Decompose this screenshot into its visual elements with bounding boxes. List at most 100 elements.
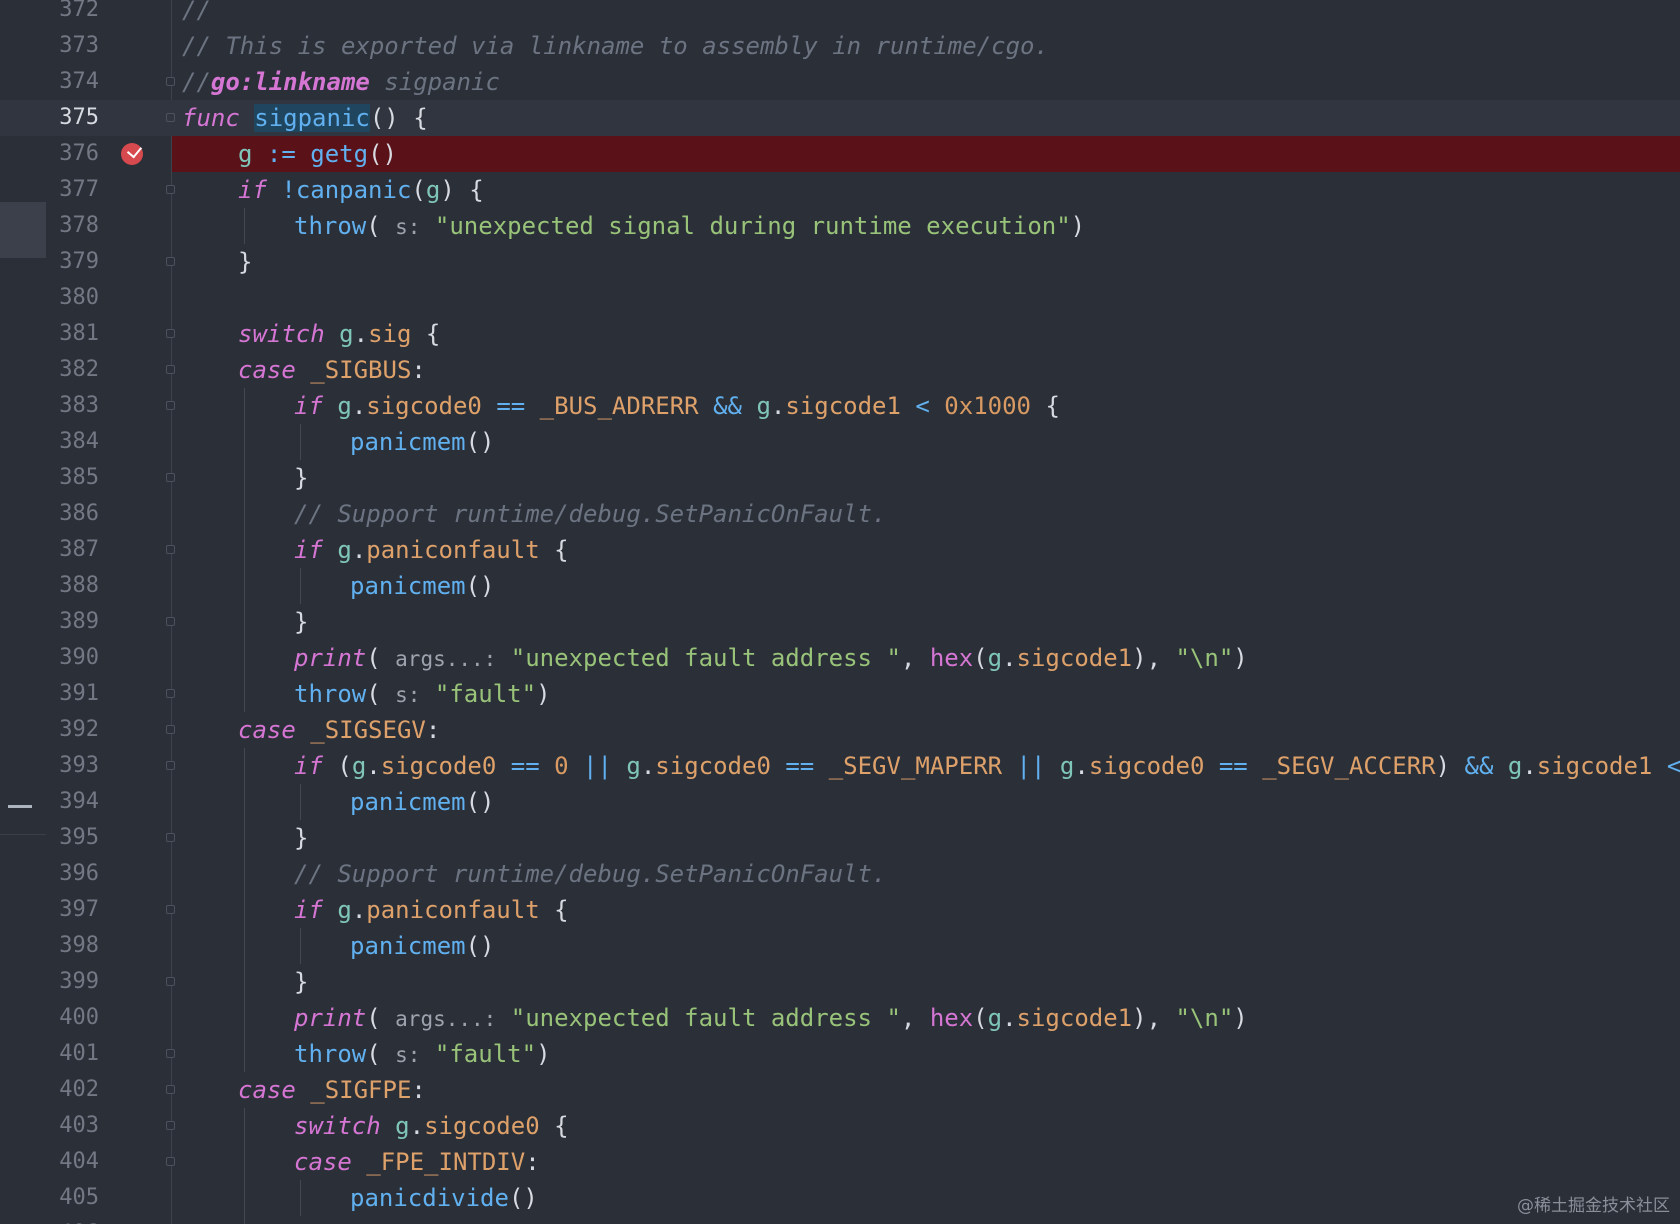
code-text[interactable]: throw( s: "fault") [172, 676, 1680, 712]
line-number[interactable]: 404 [46, 1144, 99, 1180]
code-line[interactable]: 387 if g.paniconfault { [0, 532, 1680, 568]
line-number[interactable]: 375 [46, 100, 99, 136]
code-text[interactable]: if !canpanic(g) { [172, 172, 1680, 208]
line-number[interactable]: 378 [46, 208, 99, 244]
code-line[interactable]: 380 [0, 280, 1680, 316]
code-text[interactable]: panicmem() [172, 568, 1680, 604]
line-number[interactable]: 391 [46, 676, 99, 712]
line-number[interactable]: 384 [46, 424, 99, 460]
code-text[interactable]: case _FPE_INTDIV: [172, 1144, 1680, 1180]
line-number[interactable]: 374 [46, 64, 99, 100]
code-line[interactable]: 378 throw( s: "unexpected signal during r… [0, 208, 1680, 244]
code-text[interactable]: func sigpanic() { [172, 100, 1680, 136]
code-text[interactable] [172, 280, 1680, 316]
line-number[interactable]: 393 [46, 748, 99, 784]
line-number[interactable]: 389 [46, 604, 99, 640]
line-number[interactable]: 395 [46, 820, 99, 856]
code-text[interactable]: case _SIGSEGV: [172, 712, 1680, 748]
code-line[interactable]: 389} [0, 604, 1680, 640]
code-line[interactable]: 405 panicdivide() [0, 1180, 1680, 1216]
code-line[interactable]: 377 if !canpanic(g) { [0, 172, 1680, 208]
code-text[interactable]: switch g.sig { [172, 316, 1680, 352]
line-number[interactable]: 386 [46, 496, 99, 532]
code-text[interactable]: case _FPE_INTOVF: [172, 1216, 1680, 1224]
code-line[interactable]: 388 panicmem() [0, 568, 1680, 604]
code-line[interactable]: 390 print( args...: "unexpected fault add… [0, 640, 1680, 676]
line-number[interactable]: 380 [46, 280, 99, 316]
code-text[interactable]: } [172, 964, 1680, 1000]
line-number[interactable]: 373 [46, 28, 99, 64]
line-number[interactable]: 406 [46, 1216, 99, 1224]
line-number[interactable]: 387 [46, 532, 99, 568]
code-text[interactable]: if g.sigcode0 == _BUS_ADRERR && g.sigcod… [172, 388, 1680, 424]
code-line[interactable]: 404 case _FPE_INTDIV: [0, 1144, 1680, 1180]
code-text[interactable]: throw( s: "fault") [172, 1036, 1680, 1072]
code-line[interactable]: 383 if g.sigcode0 == _BUS_ADRERR && g.sig… [0, 388, 1680, 424]
code-line[interactable]: 393 if (g.sigcode0 == 0 || g.sigcode0 == … [0, 748, 1680, 784]
code-line[interactable]: 379} [0, 244, 1680, 280]
line-number[interactable]: 400 [46, 1000, 99, 1036]
line-number[interactable]: 379 [46, 244, 99, 280]
line-number[interactable]: 397 [46, 892, 99, 928]
line-number[interactable]: 388 [46, 568, 99, 604]
code-line[interactable]: 373 // This is exported via linkname to a… [0, 28, 1680, 64]
line-number[interactable]: 390 [46, 640, 99, 676]
code-line[interactable]: 396 // Support runtime/debug.SetPanicOnFa… [0, 856, 1680, 892]
code-text[interactable]: // Support runtime/debug.SetPanicOnFault… [172, 856, 1680, 892]
line-number[interactable]: 385 [46, 460, 99, 496]
code-line[interactable]: 382 case _SIGBUS: [0, 352, 1680, 388]
code-line[interactable]: 391 throw( s: "fault") [0, 676, 1680, 712]
code-line[interactable]: 384 panicmem() [0, 424, 1680, 460]
code-line[interactable]: 381 switch g.sig { [0, 316, 1680, 352]
code-line[interactable]: 386 // Support runtime/debug.SetPanicOnFa… [0, 496, 1680, 532]
line-number[interactable]: 396 [46, 856, 99, 892]
code-line[interactable]: 401 throw( s: "fault") [0, 1036, 1680, 1072]
code-text[interactable]: case _SIGFPE: [172, 1072, 1680, 1108]
code-text[interactable]: panicmem() [172, 928, 1680, 964]
code-text[interactable]: // [172, 0, 1680, 28]
line-number[interactable]: 402 [46, 1072, 99, 1108]
code-line[interactable]: 398 panicmem() [0, 928, 1680, 964]
code-line[interactable]: 397 if g.paniconfault { [0, 892, 1680, 928]
code-text[interactable]: if g.paniconfault { [172, 892, 1680, 928]
code-line[interactable]: 399} [0, 964, 1680, 1000]
line-number[interactable]: 372 [46, 0, 99, 28]
code-text[interactable]: } [172, 460, 1680, 496]
line-number[interactable]: 381 [46, 316, 99, 352]
code-text[interactable]: panicdivide() [172, 1180, 1680, 1216]
line-number[interactable]: 403 [46, 1108, 99, 1144]
code-text[interactable]: // Support runtime/debug.SetPanicOnFault… [172, 496, 1680, 532]
code-editor[interactable]: 372 // 373 // This is exported via linkname… [0, 0, 1680, 1224]
code-text[interactable]: if g.paniconfault { [172, 532, 1680, 568]
line-number[interactable]: 377 [46, 172, 99, 208]
breakpoint-icon[interactable] [121, 143, 143, 165]
code-line[interactable]: 394 panicmem() [0, 784, 1680, 820]
code-text[interactable]: print( args...: "unexpected fault addres… [172, 1000, 1680, 1036]
code-line[interactable]: 385} [0, 460, 1680, 496]
line-number[interactable]: 405 [46, 1180, 99, 1216]
code-text[interactable]: g := getg() [172, 136, 1680, 172]
code-line[interactable]: 376 g := getg() [0, 136, 1680, 172]
code-text[interactable]: } [172, 244, 1680, 280]
line-number[interactable]: 394 [46, 784, 99, 820]
code-line[interactable]: 372 // [0, 0, 1680, 28]
code-text[interactable]: panicmem() [172, 424, 1680, 460]
code-text[interactable]: // This is exported via linkname to asse… [172, 28, 1680, 64]
code-line[interactable]: 375 func sigpanic() { [0, 100, 1680, 136]
code-line[interactable]: 406 case _FPE_INTOVF: [0, 1216, 1680, 1224]
code-line[interactable]: 392 case _SIGSEGV: [0, 712, 1680, 748]
line-number[interactable]: 382 [46, 352, 99, 388]
code-text[interactable]: } [172, 820, 1680, 856]
code-text[interactable]: //go:linkname sigpanic [172, 64, 1680, 100]
code-text[interactable]: if (g.sigcode0 == 0 || g.sigcode0 == _SE… [172, 748, 1680, 784]
line-number[interactable]: 376 [46, 136, 99, 172]
line-number[interactable]: 401 [46, 1036, 99, 1072]
code-text[interactable]: } [172, 604, 1680, 640]
code-line[interactable]: 374 //go:linkname sigpanic [0, 64, 1680, 100]
code-text[interactable]: throw( s: "unexpected signal during runt… [172, 208, 1680, 244]
code-text[interactable]: case _SIGBUS: [172, 352, 1680, 388]
code-line[interactable]: 403 switch g.sigcode0 { [0, 1108, 1680, 1144]
line-number[interactable]: 398 [46, 928, 99, 964]
code-text[interactable]: switch g.sigcode0 { [172, 1108, 1680, 1144]
code-text[interactable]: panicmem() [172, 784, 1680, 820]
